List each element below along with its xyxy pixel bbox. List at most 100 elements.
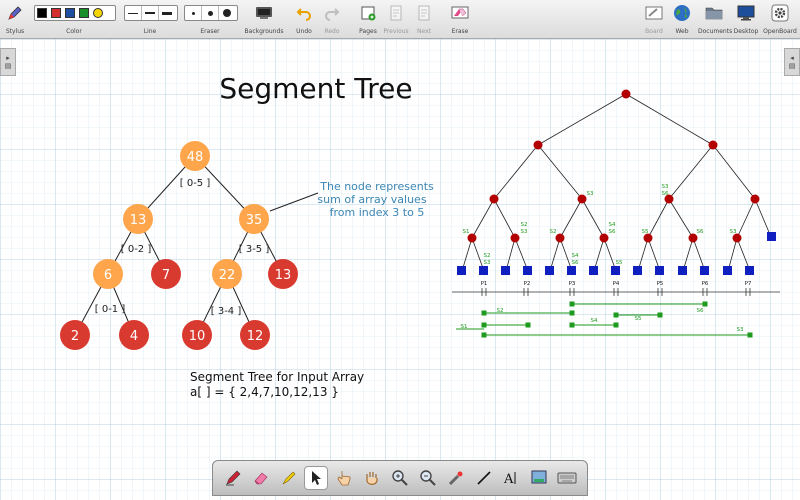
eraser-small-button[interactable] (185, 6, 202, 20)
documents-label: Documents (698, 28, 733, 35)
erase-group[interactable]: Erase (446, 0, 474, 38)
caption-line-1: Segment Tree for Input Array (190, 370, 364, 384)
erase-board-icon[interactable] (450, 4, 470, 22)
p3-label: P3 (569, 281, 576, 287)
pages-label: Pages (359, 28, 377, 35)
annotation-line-2: sum of array values (317, 193, 426, 206)
whiteboard-canvas[interactable]: Segment Tree [ 0-5 ] [ 0-2 ] [ 3-5 ] [ 0… (0, 39, 800, 500)
stylus-icon[interactable] (5, 4, 25, 22)
svg-text:7: 7 (162, 268, 170, 283)
tree-node-7: 7 (151, 259, 181, 289)
annotation-line-1: The node represents (319, 180, 434, 193)
pages-group[interactable]: Pages (354, 0, 382, 38)
stylus-group[interactable]: Stylus (2, 0, 28, 38)
s2-segment-label: S2 (497, 308, 504, 314)
next-page-icon[interactable] (414, 4, 434, 22)
hand-pointer-icon (337, 471, 351, 486)
eraser-large-button[interactable] (219, 6, 235, 20)
range-label-0-1: [ 0-1 ] (95, 304, 126, 315)
svg-text:10: 10 (189, 329, 206, 344)
s6-label-c: S6 (697, 229, 704, 235)
s6-label-d: S6 (572, 260, 579, 266)
zoom-out-icon (420, 470, 436, 486)
previous-group[interactable]: Previous (382, 0, 410, 38)
globe-icon[interactable] (672, 4, 692, 22)
capture-tool-button[interactable] (527, 466, 551, 490)
s1-segment-label: S1 (461, 324, 468, 330)
page-thumbnails-icon: ▤ (4, 62, 12, 70)
pen-tool-button[interactable] (221, 466, 245, 490)
pages-icon[interactable] (358, 4, 378, 22)
desktop-group[interactable]: Desktop (732, 0, 760, 38)
s5-label-a: S5 (642, 229, 649, 235)
color-label: Color (66, 28, 82, 35)
s4-label-b: S4 (572, 253, 579, 259)
redo-icon[interactable] (322, 4, 342, 22)
line-group: Line (122, 0, 178, 38)
previous-page-icon[interactable] (386, 4, 406, 22)
redo-group[interactable]: Redo (318, 0, 346, 38)
board-group[interactable]: Board (642, 0, 666, 38)
tree-node-2: 2 (60, 320, 90, 350)
color-swatch-green[interactable] (79, 8, 89, 18)
highlighter-tool-button[interactable] (277, 466, 301, 490)
library-icon: ▤ (788, 62, 796, 70)
play-tool-button[interactable] (332, 466, 356, 490)
next-group[interactable]: Next (410, 0, 438, 38)
p4-label: P4 (613, 281, 620, 287)
desktop-icon[interactable] (736, 4, 756, 22)
eraser-group: Eraser (182, 0, 238, 38)
capture-icon (531, 470, 547, 484)
svg-text:13: 13 (130, 213, 147, 228)
eraser-size-selector (184, 5, 238, 21)
tree-node-22: 22 (212, 259, 242, 289)
tree-node-13-leaf: 13 (268, 259, 298, 289)
folder-icon[interactable] (704, 4, 724, 22)
s2-label-a: S2 (521, 222, 528, 228)
pointer-tool-button[interactable] (304, 466, 329, 490)
zoom-out-tool-button[interactable] (416, 466, 440, 490)
svg-text:13: 13 (275, 268, 292, 283)
eraser-medium-button[interactable] (202, 6, 219, 20)
backgrounds-group[interactable]: Backgrounds (244, 0, 284, 38)
s4-segment-label: S4 (591, 318, 598, 324)
hand-tool-button[interactable] (360, 466, 384, 490)
laser-tool-button[interactable] (444, 466, 468, 490)
tree-node-right: 35 (239, 204, 269, 234)
annotation-line-3: from index 3 to 5 (330, 206, 425, 219)
s6-label-b: S6 (609, 229, 616, 235)
openboard-group[interactable]: OpenBoard (762, 0, 798, 38)
eraser-tool-button[interactable] (249, 466, 273, 490)
line-medium-button[interactable] (142, 6, 159, 20)
s3-label-c: S3 (521, 229, 528, 235)
undo-group[interactable]: Undo (290, 0, 318, 38)
web-group[interactable]: Web (670, 0, 694, 38)
line-thick-button[interactable] (159, 6, 175, 20)
line-thin-button[interactable] (125, 6, 142, 20)
color-swatch-blue[interactable] (65, 8, 75, 18)
documents-group[interactable]: Documents (698, 0, 733, 38)
stylus-label: Stylus (5, 28, 25, 35)
line-tool-button[interactable] (472, 466, 496, 490)
board-icon[interactable] (644, 4, 664, 22)
board-label: Board (645, 28, 663, 35)
s3-label-e: S3 (484, 260, 491, 266)
zoom-in-tool-button[interactable] (388, 466, 412, 490)
right-panel-toggle[interactable]: ◂ ▤ (784, 48, 800, 76)
eraser-icon (254, 472, 268, 485)
color-swatch-red[interactable] (51, 8, 61, 18)
gear-icon[interactable] (770, 4, 790, 22)
hand-icon (366, 472, 378, 485)
color-palette (34, 5, 116, 21)
backgrounds-icon[interactable] (254, 4, 274, 22)
text-tool-button[interactable]: A (499, 466, 523, 490)
keyboard-tool-button[interactable] (555, 466, 579, 490)
undo-icon[interactable] (294, 4, 314, 22)
left-panel-toggle[interactable]: ▸ ▤ (0, 48, 16, 76)
color-swatch-black[interactable] (37, 8, 47, 18)
undo-label: Undo (296, 28, 312, 35)
color-swatch-yellow[interactable] (93, 8, 103, 18)
s6-label-a: S6 (662, 191, 669, 197)
s3-label-a: S3 (587, 191, 594, 197)
p1-label: P1 (481, 281, 488, 287)
